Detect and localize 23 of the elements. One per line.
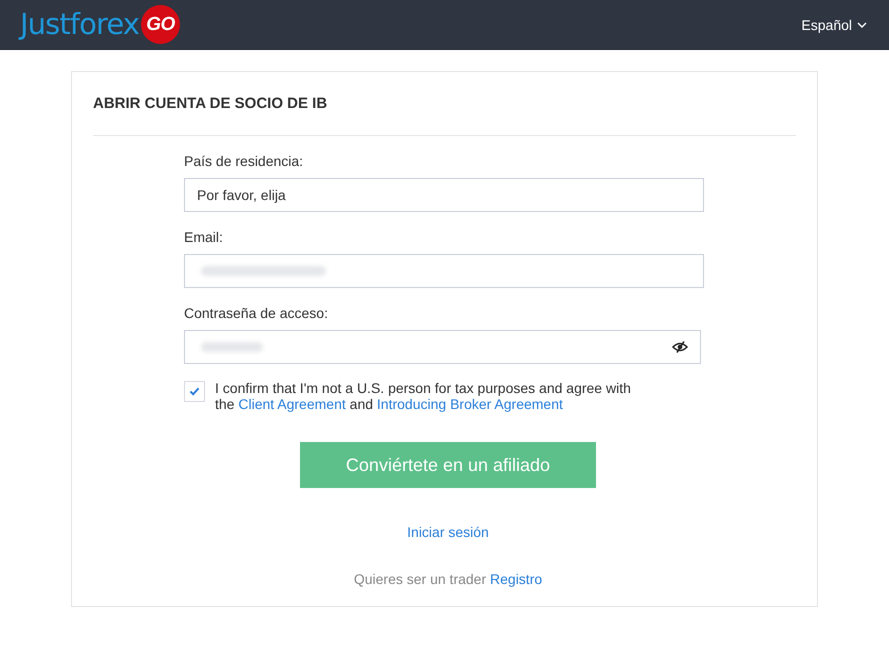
email-field[interactable] [184, 254, 704, 288]
eye-slash-icon[interactable] [672, 341, 688, 353]
password-field[interactable] [184, 330, 701, 364]
check-icon [189, 387, 200, 396]
login-link[interactable]: Iniciar sesión [407, 524, 489, 540]
logo-wordmark: Justforex [20, 10, 140, 39]
country-select[interactable]: Por favor, elija [184, 178, 704, 212]
caret-icon [857, 22, 867, 28]
brand-logo[interactable]: Justforex GO [20, 5, 180, 44]
logo-badge: GO [141, 5, 180, 44]
become-affiliate-button[interactable]: Conviértete en un afiliado [300, 442, 596, 488]
form-title: ABRIR CUENTA DE SOCIO DE IB [93, 94, 328, 114]
consent-text: I confirm that I'm not a U.S. person for tax purposes and agree with the Client Agreement and Introducing Broker Agreement [215, 380, 632, 412]
ib-agreement-link[interactable]: Introducing Broker Agreement [376, 396, 563, 412]
blurred-value [201, 342, 263, 352]
register-link[interactable]: Registro [490, 571, 542, 587]
consent-checkbox[interactable] [184, 381, 205, 402]
field-label: Contraseña de acceso: [184, 304, 329, 322]
trader-prompt: Quieres ser un trader Registro [354, 571, 542, 587]
field-label: País de residencia: [184, 152, 304, 170]
language-selector[interactable]: Español [801, 16, 867, 32]
field-label: Email: [184, 228, 224, 246]
client-agreement-link[interactable]: Client Agreement [238, 396, 346, 412]
